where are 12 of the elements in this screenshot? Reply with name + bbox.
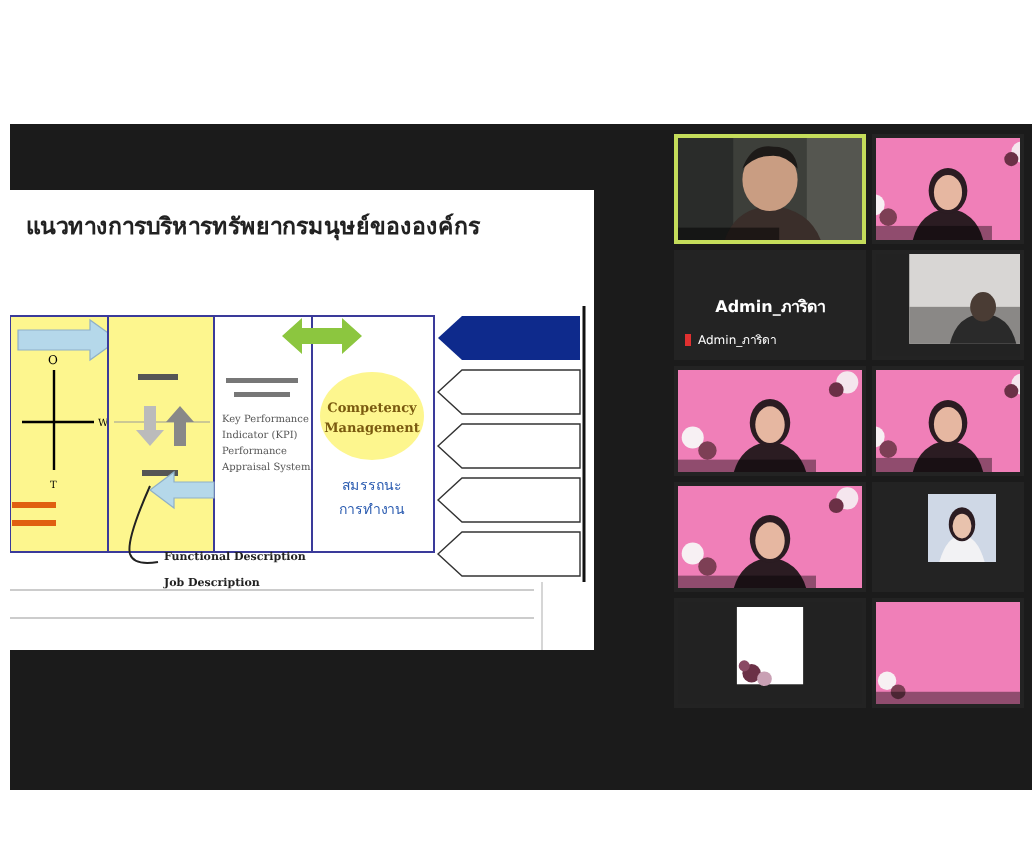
double-arrow-icon [282,318,362,354]
arrow-icon [149,470,215,510]
video-tile[interactable] [872,250,1024,360]
video-tile[interactable] [872,134,1024,244]
competency-circle [320,372,424,460]
video-tile[interactable] [872,366,1024,476]
muted-mic-icon [684,334,692,346]
slide-title: แนวทางการบริหารทรัพยากรมนุษย์ขององค์กร [26,212,480,240]
video-tile[interactable] [872,598,1024,708]
outcome-arrow-shape [438,316,580,360]
participant-name: Admin_ภาริดา [713,296,827,320]
video-tile[interactable] [872,482,1024,592]
